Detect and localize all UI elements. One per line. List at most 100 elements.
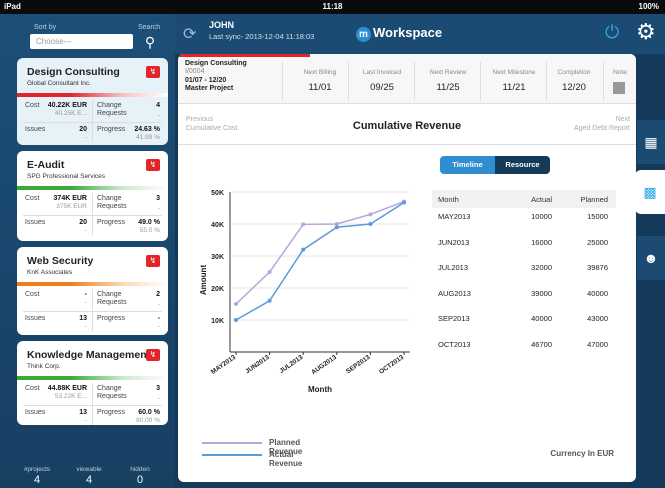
project-status-bar bbox=[17, 282, 168, 286]
logo-icon: m bbox=[356, 27, 371, 42]
project-name: Design Consulting bbox=[185, 60, 247, 67]
table-row: MAY2013 10000 15000 bbox=[438, 212, 608, 221]
note-icon[interactable] bbox=[613, 82, 625, 94]
cost-cell: Cost 40.22K EUR 40.25K E... bbox=[25, 102, 87, 117]
top-bar: ⟳ JOHN Last sync- 2013-12-04 11:18:03 mW… bbox=[175, 14, 665, 54]
project-status-bar bbox=[17, 186, 168, 190]
progress-cell: Progress 49.0 % 55.0 % bbox=[97, 219, 160, 234]
x-tick-label: JUL2013 bbox=[278, 354, 304, 375]
issues-cell: Issues 20- bbox=[25, 126, 87, 141]
sync-icon[interactable]: ⟳ bbox=[183, 24, 196, 44]
y-tick-label: 20K bbox=[211, 286, 224, 293]
x-tick-label: AUG2013 bbox=[310, 354, 338, 377]
alert-flag-icon[interactable]: ↯ bbox=[146, 66, 160, 78]
alert-flag-icon[interactable]: ↯ bbox=[146, 255, 160, 267]
gear-icon[interactable]: ⚙ bbox=[636, 19, 656, 45]
timeline-tab[interactable]: Timeline bbox=[440, 156, 495, 174]
project-card-client: KnK Associates bbox=[27, 269, 73, 276]
x-tick-label: JUN2013 bbox=[244, 354, 271, 376]
data-point bbox=[368, 222, 373, 226]
people-tab[interactable]: ☻ bbox=[637, 236, 665, 280]
resource-tab[interactable]: Resource bbox=[495, 156, 550, 174]
user-name: JOHN bbox=[209, 20, 235, 30]
project-info: Design Consulting I/0004 01/07 - 12/20 M… bbox=[185, 60, 247, 93]
project-card[interactable]: E-Audit SPG Professional Services ↯ Cost 374… bbox=[17, 151, 168, 241]
issues-cell: Issues 13- bbox=[25, 409, 87, 424]
dashboard-icon: ▦ bbox=[644, 134, 658, 150]
issues-cell: Issues 13- bbox=[25, 315, 87, 330]
next-report-link[interactable]: Next Aged Debt Report bbox=[574, 115, 630, 133]
progress-cell: Progress - - bbox=[97, 315, 160, 330]
clock: 11:18 bbox=[322, 2, 343, 11]
projects-count: #projects 4 bbox=[23, 466, 51, 486]
currency-note: Currency In EUR bbox=[550, 449, 614, 458]
data-point bbox=[301, 222, 306, 227]
last-sync: Last sync- 2013-12-04 11:18:03 bbox=[209, 32, 315, 41]
progress-cell: Progress 24.63 % 41.99 % bbox=[97, 126, 160, 141]
completion-date: Completion 12/20 bbox=[557, 69, 591, 93]
project-card[interactable]: Web Security KnK Associates ↯ Cost - - Change … bbox=[17, 247, 168, 335]
y-tick-label: 50K bbox=[211, 190, 224, 197]
alert-flag-icon[interactable]: ↯ bbox=[146, 349, 160, 361]
y-tick-label: 10K bbox=[211, 318, 224, 325]
project-card-title: Web Security bbox=[27, 255, 94, 267]
table-row: JUL2013 32000 39876 bbox=[438, 263, 608, 272]
project-card[interactable]: Knowledge Management Think Corp. ↯ Cost 44.8… bbox=[17, 341, 168, 425]
sidebar-footer: #projects 4 viewable 4 hidden 0 bbox=[0, 466, 175, 488]
series-line bbox=[235, 200, 405, 305]
data-point bbox=[234, 318, 238, 322]
sort-label: Sort by bbox=[34, 24, 57, 31]
project-status-bar bbox=[17, 376, 168, 380]
data-point bbox=[334, 225, 339, 230]
data-point bbox=[368, 212, 373, 217]
project-card-client: Global Consultant Inc. bbox=[27, 80, 91, 87]
cost-cell: Cost - - bbox=[25, 291, 87, 306]
table-row: JUN2013 16000 25000 bbox=[438, 237, 608, 247]
power-icon[interactable]: ⏻ bbox=[605, 22, 619, 43]
data-point bbox=[267, 270, 272, 274]
table-header: Month Actual Planned bbox=[432, 190, 616, 208]
table-row: AUG2013 39000 40000 bbox=[438, 288, 608, 298]
project-card-client: SPG Professional Services bbox=[27, 173, 106, 180]
change-requests-cell: Change Requests 3- bbox=[97, 385, 160, 402]
last-invoiced: Last Invoiced 09/25 bbox=[362, 69, 402, 93]
workspace-title: m Workspace bbox=[356, 25, 442, 42]
y-axis-label: Amount bbox=[199, 265, 208, 296]
project-card[interactable]: Design Consulting Global Consultant Inc. ↯… bbox=[17, 58, 168, 145]
change-requests-cell: Change Requests 2- bbox=[97, 291, 160, 308]
table-row: OCT2013 46700 47000 bbox=[438, 339, 608, 349]
search-label: Search bbox=[138, 24, 161, 31]
project-status-bar bbox=[17, 93, 168, 97]
y-tick-label: 30K bbox=[211, 254, 224, 261]
chart-tab[interactable]: ▩ bbox=[635, 170, 665, 214]
sidebar-toolbar: Sort by Choose--- Search ⚲ bbox=[0, 14, 175, 58]
next-milestone: Next Milestone 11/21 bbox=[492, 69, 536, 93]
cost-cell: Cost 44.88K EUR 53.22K E... bbox=[25, 385, 87, 400]
x-axis-label: Month bbox=[308, 385, 332, 394]
search-button[interactable]: ⚲ bbox=[138, 34, 162, 52]
change-requests-cell: Change Requests 4- bbox=[97, 102, 160, 119]
person-icon: ☻ bbox=[643, 250, 659, 266]
next-billing: Next Billing 11/01 bbox=[303, 69, 337, 93]
revenue-line-chart: 10K 20K 30K 40K 50K MAY2013 JUN2013 JUL2013 AUG2… bbox=[199, 190, 410, 394]
project-card-title: Knowledge Management bbox=[27, 349, 151, 361]
project-type: Master Project bbox=[185, 84, 234, 92]
alert-flag-icon[interactable]: ↯ bbox=[146, 159, 160, 171]
sort-select[interactable]: Choose--- bbox=[30, 34, 133, 49]
dashboard-tab[interactable]: ▦ bbox=[637, 120, 665, 164]
data-point bbox=[301, 247, 306, 252]
progress-cell: Progress 60.0 % 80.00 % bbox=[97, 409, 160, 424]
viewable-count: viewable 4 bbox=[76, 466, 102, 486]
project-card-title: E-Audit bbox=[27, 159, 65, 171]
status-bar: iPad 11:18 100% bbox=[0, 0, 665, 14]
search-icon: ⚲ bbox=[144, 34, 156, 50]
project-sidebar: Sort by Choose--- Search ⚲ Design Consul… bbox=[0, 14, 175, 488]
series-line bbox=[235, 201, 405, 321]
y-tick-label: 40K bbox=[211, 222, 224, 229]
data-point bbox=[267, 298, 272, 303]
report-navigator: Previous Cumulative Cost Cumulative Reven… bbox=[178, 105, 636, 145]
battery-level: 100% bbox=[638, 2, 659, 11]
cost-cell: Cost 374K EUR 375K EUR bbox=[25, 195, 87, 210]
project-summary: Design Consulting I/0004 01/07 - 12/20 M… bbox=[178, 54, 636, 104]
x-tick-label: MAY2013 bbox=[210, 354, 238, 376]
